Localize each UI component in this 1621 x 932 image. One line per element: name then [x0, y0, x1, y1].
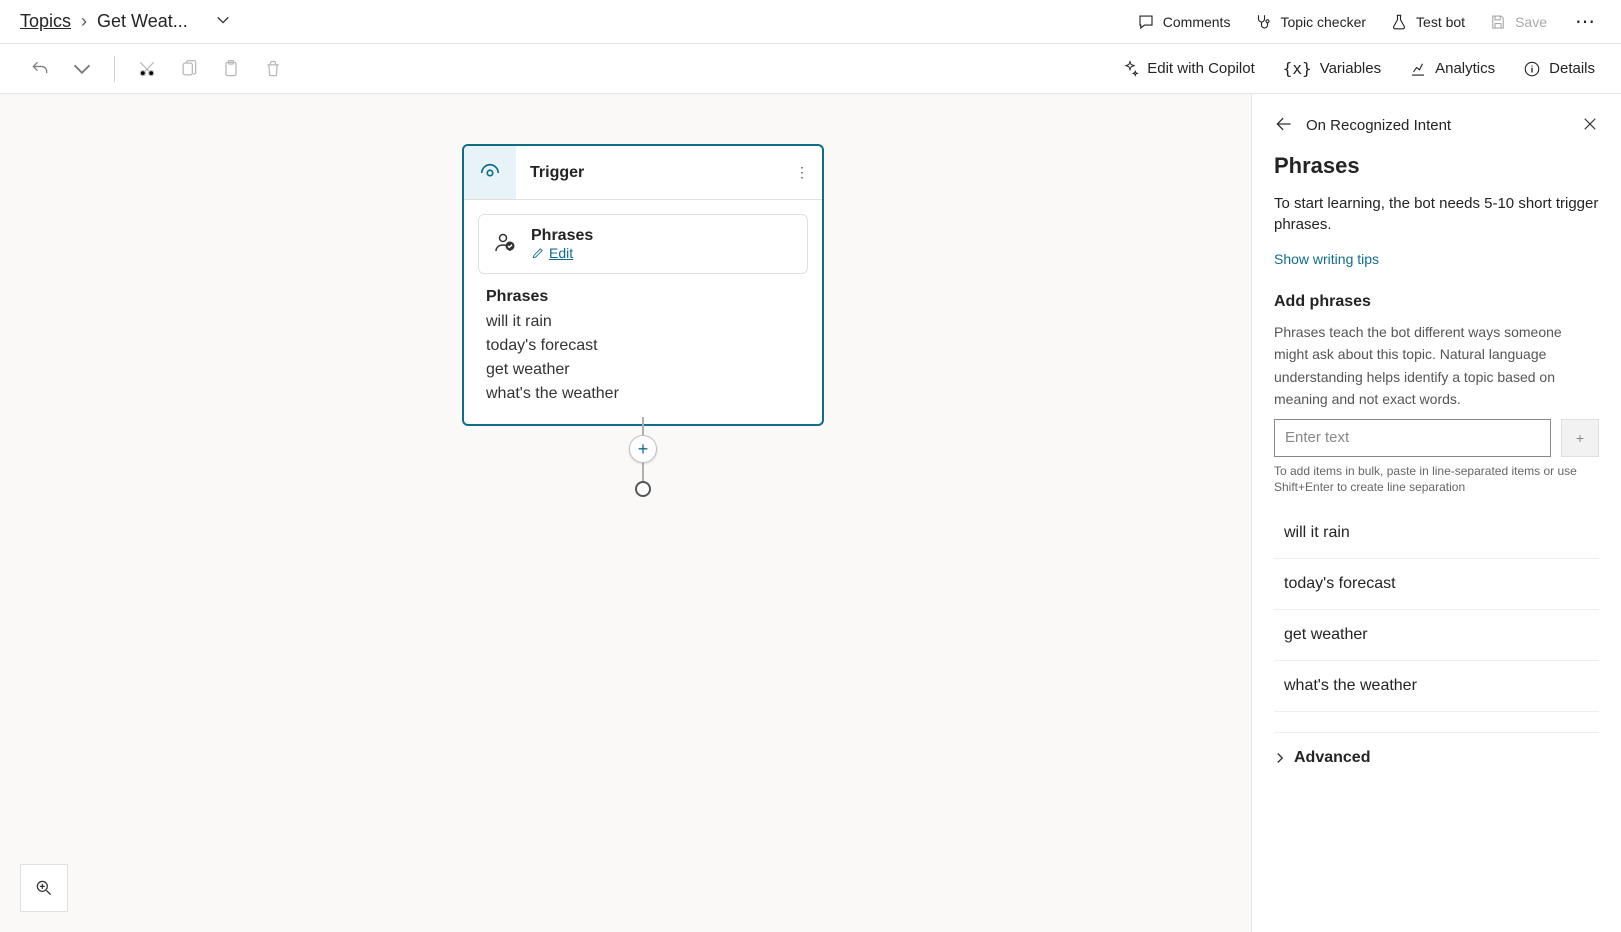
node-title: Trigger — [516, 164, 782, 182]
comments-label: Comments — [1163, 14, 1231, 30]
properties-panel: On Recognized Intent Phrases To start le… — [1251, 94, 1621, 932]
paste-button[interactable] — [217, 55, 245, 83]
node-menu[interactable]: ⋮ — [782, 164, 822, 181]
edit-label: Edit — [549, 245, 573, 261]
panel-breadcrumb: On Recognized Intent — [1306, 117, 1451, 134]
separator — [114, 56, 115, 82]
breadcrumb-current: Get Weat... — [97, 11, 188, 32]
zoom-button[interactable] — [20, 864, 68, 912]
writing-tips-link[interactable]: Show writing tips — [1274, 251, 1379, 267]
save-icon — [1489, 13, 1507, 31]
magnifier-plus-icon — [34, 878, 54, 898]
phrases-heading: Phrases — [486, 288, 800, 306]
topic-checker-button[interactable]: Topic checker — [1254, 13, 1366, 31]
edit-copilot-label: Edit with Copilot — [1147, 60, 1255, 77]
stethoscope-icon — [1254, 13, 1272, 31]
save-label: Save — [1515, 14, 1547, 30]
bulk-hint: To add items in bulk, paste in line-sepa… — [1274, 463, 1599, 497]
breadcrumb-dropdown[interactable] — [216, 11, 230, 32]
phrases-label: Phrases — [531, 227, 593, 245]
test-bot-label: Test bot — [1416, 14, 1465, 30]
copy-button[interactable] — [175, 55, 203, 83]
comment-icon — [1137, 13, 1155, 31]
end-node — [635, 481, 651, 497]
persona-icon — [493, 231, 517, 258]
info-icon — [1523, 60, 1541, 78]
phrases-card[interactable]: Phrases Edit — [478, 214, 808, 274]
list-item[interactable]: get weather — [1274, 610, 1599, 661]
phrase-list: will it rain today's forecast get weathe… — [1274, 508, 1599, 712]
panel-lead: To start learning, the bot needs 5-10 sh… — [1274, 193, 1599, 235]
variables-icon: {x} — [1283, 59, 1312, 78]
close-icon — [1581, 115, 1599, 133]
chevron-right-icon — [1274, 752, 1286, 764]
phrase-row: today's forecast — [486, 334, 800, 358]
close-panel-button[interactable] — [1581, 115, 1599, 136]
back-button[interactable] — [1274, 114, 1294, 137]
arrow-left-icon — [1274, 114, 1294, 134]
delete-button[interactable] — [259, 55, 287, 83]
save-button: Save — [1489, 13, 1547, 31]
canvas[interactable]: Trigger ⋮ Phrases Edit Phrases will it r… — [0, 94, 1251, 932]
undo-button[interactable] — [26, 55, 54, 83]
list-item[interactable]: what's the weather — [1274, 661, 1599, 712]
details-label: Details — [1549, 60, 1595, 77]
advanced-toggle[interactable]: Advanced — [1274, 732, 1599, 767]
variables-label: Variables — [1320, 60, 1381, 77]
phrases-preview: Phrases will it rain today's forecast ge… — [464, 274, 822, 424]
cut-button[interactable] — [133, 55, 161, 83]
analytics-button[interactable]: Analytics — [1409, 60, 1495, 78]
undo-dropdown[interactable] — [68, 55, 96, 83]
phrase-row: get weather — [486, 358, 800, 382]
list-item[interactable]: will it rain — [1274, 508, 1599, 559]
add-phrase-button[interactable]: + — [1561, 419, 1599, 457]
more-button[interactable]: ⋯ — [1571, 9, 1601, 34]
phrase-input[interactable] — [1274, 419, 1551, 457]
breadcrumb-root[interactable]: Topics — [20, 11, 71, 32]
topic-checker-label: Topic checker — [1280, 14, 1366, 30]
trigger-node[interactable]: Trigger ⋮ Phrases Edit Phrases will it r… — [462, 144, 824, 426]
list-item[interactable]: today's forecast — [1274, 559, 1599, 610]
edit-phrases-link[interactable]: Edit — [531, 245, 593, 261]
details-button[interactable]: Details — [1523, 60, 1595, 78]
chart-icon — [1409, 60, 1427, 78]
breadcrumb-sep: › — [81, 11, 87, 32]
edit-copilot-button[interactable]: Edit with Copilot — [1121, 60, 1255, 78]
phrase-row: what's the weather — [486, 382, 800, 406]
variables-button[interactable]: {x} Variables — [1283, 59, 1381, 78]
breadcrumb: Topics › Get Weat... — [20, 11, 230, 32]
pencil-icon — [531, 246, 545, 260]
add-phrases-heading: Add phrases — [1274, 293, 1599, 311]
comments-button[interactable]: Comments — [1137, 13, 1231, 31]
analytics-label: Analytics — [1435, 60, 1495, 77]
phrase-row: will it rain — [486, 310, 800, 334]
add-node-button[interactable]: + — [629, 435, 657, 463]
test-bot-button[interactable]: Test bot — [1390, 13, 1465, 31]
beaker-icon — [1390, 13, 1408, 31]
advanced-label: Advanced — [1294, 749, 1370, 767]
sparkle-icon — [1121, 60, 1139, 78]
panel-heading: Phrases — [1274, 153, 1599, 179]
add-phrases-desc: Phrases teach the bot different ways som… — [1274, 321, 1599, 411]
trigger-icon — [464, 146, 516, 199]
